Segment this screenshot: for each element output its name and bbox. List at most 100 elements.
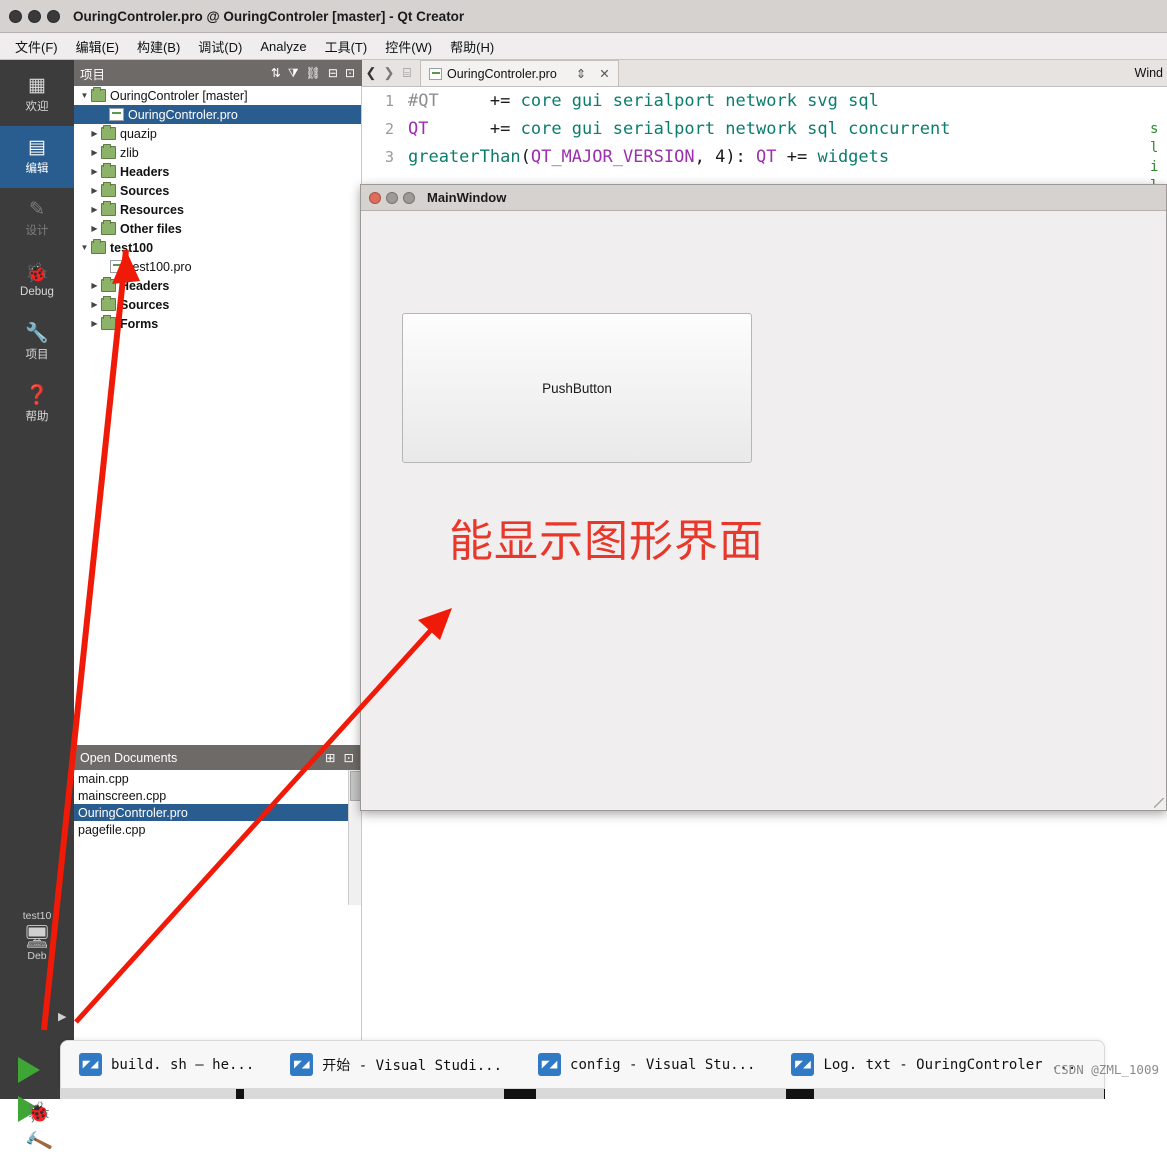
code-token: core gui serialport network svg sql [520,91,879,111]
chevron-right-icon[interactable]: ▶ [88,319,101,328]
minimize-button[interactable] [28,9,41,23]
menu-debug[interactable]: 调试(D) [189,33,251,60]
taskbar-item-build-sh[interactable]: ◤◢ build. sh – he... [61,1053,272,1076]
sidebar-item-debug[interactable]: 🐞 Debug [0,250,74,312]
chevron-right-icon[interactable]: ▶ [88,148,101,157]
close-button[interactable] [9,9,22,23]
chevron-right-icon[interactable]: ❯ [380,65,398,81]
chevron-right-icon[interactable]: ▶ [88,205,101,214]
code-token: , 4): [694,147,757,167]
chevron-right-icon[interactable]: ▶ [88,129,101,138]
push-button[interactable]: PushButton [402,313,752,463]
sidebar-item-projects[interactable]: 🔧 项目 [0,312,74,374]
sidebar-item-help[interactable]: ❓ 帮助 [0,374,74,436]
tree-row-headers[interactable]: ▶ Headers [74,162,361,181]
close-button[interactable] [369,191,381,204]
menu-edit[interactable]: 编辑(E) [67,33,128,60]
tab-ouringcontroler-pro[interactable]: OuringControler.pro ⇕ ✕ [420,60,619,86]
maximize-button[interactable] [47,9,60,23]
list-item-ouringcontroler-pro[interactable]: OuringControler.pro [74,804,361,821]
tree-row-test100-forms[interactable]: ▶ Forms [74,314,361,333]
tree-row-quazip[interactable]: ▶ quazip [74,124,361,143]
code-token: QT_MAJOR_VERSION [530,147,695,167]
open-documents-list[interactable]: main.cpp mainscreen.cpp OuringControler.… [74,770,362,905]
filter-icon[interactable]: ⧩ [288,66,299,81]
chinese-status-label: 能显示图形界面 [449,516,764,567]
code-token: #QT [408,91,439,111]
sidebar-item-edit[interactable]: ▤ 编辑 [0,126,74,188]
chevron-right-icon[interactable]: ▶ [88,300,101,309]
list-item-mainscreen-cpp[interactable]: mainscreen.cpp [74,787,361,804]
list-item-main-cpp[interactable]: main.cpp [74,770,361,787]
menu-widgets[interactable]: 控件(W) [376,33,441,60]
menu-tools[interactable]: 工具(T) [316,33,377,60]
kit-selector[interactable]: test10 🖥 Deb [0,910,74,962]
split-icon[interactable]: ⊡ [345,66,355,80]
chevron-down-icon[interactable]: ▼ [78,91,91,100]
tree-row-sources[interactable]: ▶ Sources [74,181,361,200]
minimize-pane-icon[interactable]: ⊟ [328,66,338,80]
close-icon[interactable]: ✕ [599,66,609,81]
hammer-icon[interactable]: 🔨 [22,1126,54,1158]
chevron-right-icon[interactable]: ▶ [58,1010,66,1023]
tree-row-zlib[interactable]: ▶ zlib [74,143,361,162]
close-pane-icon[interactable]: ⊡ [344,750,354,765]
project-tree[interactable]: ▼ OuringControler [master] OuringControl… [74,86,362,743]
tree-row-test100[interactable]: ▼ test100 [74,238,361,257]
link-icon[interactable]: ⛓ [306,66,321,80]
chevron-down-icon[interactable]: ▼ [78,243,91,252]
chevron-updown-icon[interactable]: ⇕ [576,66,586,81]
mainwindow-window-controls [369,191,415,204]
tree-row-label: test100 [110,240,154,255]
tree-row-test100-sources[interactable]: ▶ Sources [74,295,361,314]
pro-file-icon [110,260,125,273]
open-documents-header: Open Documents ⊞ ⊡ [74,745,362,770]
tree-row-resources[interactable]: ▶ Resources [74,200,361,219]
minimize-button[interactable] [386,191,398,204]
chevron-right-icon[interactable]: ▶ [88,167,101,176]
tree-row-ouringcontroler[interactable]: ▼ OuringControler [master] [74,86,361,106]
window-title: OuringControler.pro @ OuringControler [m… [73,8,465,24]
editor-right-label: Wind [1134,66,1163,80]
sidebar-item-label: 项目 [25,349,49,361]
sidebar-item-design[interactable]: ✎ 设计 [0,188,74,250]
code-token: ( [520,147,531,167]
chevron-right-icon[interactable]: ▶ [88,186,101,195]
tree-row-test100-headers[interactable]: ▶ Headers [74,276,361,295]
taskbar-item-log-txt[interactable]: ◤◢ Log. txt - OuringControler ... [773,1053,1094,1076]
menu-file[interactable]: 文件(F) [6,33,67,60]
bug-icon[interactable]: 🐞 [26,1100,51,1125]
folder-icon [101,125,116,140]
history-icon[interactable]: ⌸ [398,65,416,81]
tree-row-label: Headers [120,164,170,179]
code-line: 1 #QT += core gui serialport network svg… [362,87,1167,115]
sort-icon[interactable]: ⇅ [271,66,281,80]
taskbar-item-start-vs[interactable]: ◤◢ 开始 - Visual Studi... [272,1053,520,1076]
list-item-pagefile-cpp[interactable]: pagefile.cpp [74,821,361,838]
mainwindow-dialog[interactable]: MainWindow PushButton 能显示图形界面 [360,184,1167,811]
chevron-left-icon[interactable]: ❮ [362,65,380,81]
line-number: 3 [384,148,394,166]
chevron-right-icon[interactable]: ▶ [88,224,101,233]
tree-row-ouringcontroler-pro[interactable]: OuringControler.pro [74,105,361,124]
sidebar-item-label: 设计 [25,225,49,237]
tree-row-other-files[interactable]: ▶ Other files [74,219,361,238]
tree-row-test100-pro[interactable]: test100.pro [74,257,361,276]
run-button[interactable] [18,1057,40,1083]
taskbar-item-label: build. sh – he... [111,1056,255,1073]
chevron-right-icon[interactable]: ▶ [88,281,101,290]
line-number: 1 [384,92,394,110]
sidebar-item-welcome[interactable]: ▦ 欢迎 [0,64,74,126]
wrench-icon: 🔧 [25,323,49,344]
add-split-icon[interactable]: ⊞ [325,750,335,765]
code-token: core gui serialport network sql concurre… [520,119,951,139]
tree-row-label: Sources [120,297,170,312]
taskbar-item-config-vs[interactable]: ◤◢ config - Visual Stu... [520,1053,773,1076]
taskbar-item-label: config - Visual Stu... [570,1056,756,1073]
menu-help[interactable]: 帮助(H) [441,33,503,60]
maximize-button[interactable] [403,191,415,204]
resize-handle[interactable] [1154,798,1164,808]
menu-build[interactable]: 构建(B) [128,33,189,60]
menu-analyze[interactable]: Analyze [251,35,315,58]
headers-folder-icon [101,277,116,292]
